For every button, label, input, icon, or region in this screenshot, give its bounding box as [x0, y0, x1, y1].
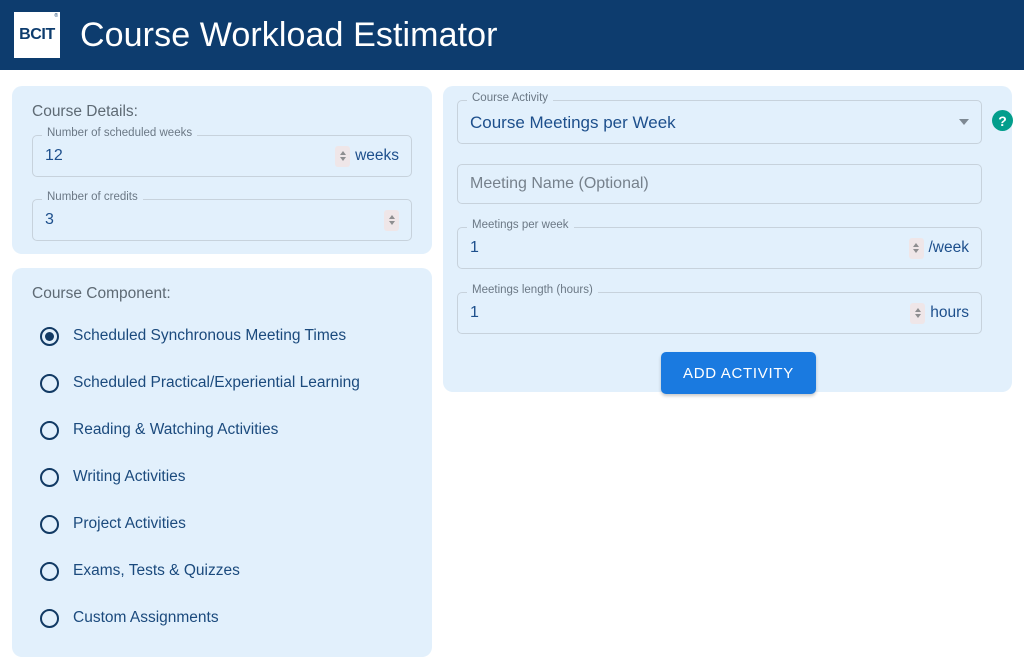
meetings-per-week-value[interactable]: 1	[470, 240, 909, 256]
chevron-down-icon[interactable]	[913, 249, 919, 253]
page-title: Course Workload Estimator	[80, 16, 498, 55]
chevron-down-icon[interactable]	[915, 314, 921, 318]
scheduled-weeks-stepper[interactable]	[335, 146, 350, 167]
credits-value[interactable]: 3	[45, 212, 384, 228]
meetings-length-suffix: hours	[930, 304, 969, 322]
course-activity-select[interactable]: Course Activity Course Meetings per Week	[457, 100, 982, 144]
trademark-icon: ®	[54, 14, 58, 19]
radio-option-exams-tests-quizzes[interactable]: Exams, Tests & Quizzes	[38, 556, 418, 586]
scheduled-weeks-value[interactable]: 12	[45, 148, 335, 164]
radio-label: Custom Assignments	[73, 609, 219, 627]
add-activity-button[interactable]: ADD ACTIVITY	[661, 352, 816, 394]
scheduled-weeks-suffix: weeks	[355, 147, 399, 165]
radio-icon[interactable]	[40, 374, 59, 393]
credits-label: Number of credits	[42, 192, 143, 204]
chevron-down-icon[interactable]	[389, 221, 395, 225]
chevron-up-icon[interactable]	[915, 308, 921, 312]
radio-icon[interactable]	[40, 327, 59, 346]
radio-label: Project Activities	[73, 515, 186, 533]
chevron-down-icon[interactable]	[340, 157, 346, 161]
radio-label: Reading & Watching Activities	[73, 421, 278, 439]
radio-label: Scheduled Practical/Experiential Learnin…	[73, 374, 360, 392]
meeting-name-field[interactable]: Meeting Name (Optional)	[457, 164, 982, 204]
course-details-heading: Course Details:	[32, 103, 138, 121]
radio-option-project-activities[interactable]: Project Activities	[38, 509, 418, 539]
radio-icon[interactable]	[40, 515, 59, 534]
scheduled-weeks-label: Number of scheduled weeks	[42, 128, 197, 140]
radio-label: Scheduled Synchronous Meeting Times	[73, 327, 346, 345]
meetings-per-week-suffix: /week	[929, 239, 970, 257]
meetings-per-week-field[interactable]: Meetings per week 1 /week	[457, 227, 982, 269]
meetings-length-label: Meetings length (hours)	[467, 285, 598, 297]
radio-option-reading-watching-activities[interactable]: Reading & Watching Activities	[38, 415, 418, 445]
radio-label: Exams, Tests & Quizzes	[73, 562, 240, 580]
radio-option-writing-activities[interactable]: Writing Activities	[38, 462, 418, 492]
meeting-name-placeholder: Meeting Name (Optional)	[470, 176, 969, 192]
radio-option-scheduled-practical-experiential-learning[interactable]: Scheduled Practical/Experiential Learnin…	[38, 368, 418, 398]
chevron-up-icon[interactable]	[340, 151, 346, 155]
chevron-up-icon[interactable]	[913, 243, 919, 247]
meetings-per-week-stepper[interactable]	[909, 238, 924, 259]
main-content: Course Details: Number of scheduled week…	[0, 70, 1024, 665]
radio-label: Writing Activities	[73, 468, 186, 486]
scheduled-weeks-field[interactable]: Number of scheduled weeks 12 weeks	[32, 135, 412, 177]
meetings-length-stepper[interactable]	[910, 303, 925, 324]
chevron-up-icon[interactable]	[389, 215, 395, 219]
radio-icon[interactable]	[40, 421, 59, 440]
credits-field[interactable]: Number of credits 3	[32, 199, 412, 241]
course-component-radio-group: Scheduled Synchronous Meeting Times Sche…	[38, 304, 418, 633]
meetings-per-week-label: Meetings per week	[467, 220, 574, 232]
course-component-heading: Course Component:	[32, 285, 171, 303]
bcit-logo: BCIT ®	[14, 12, 60, 58]
activity-panel: Course Activity Course Meetings per Week…	[443, 86, 1012, 392]
help-circle-icon[interactable]: ?	[992, 110, 1013, 131]
course-activity-label: Course Activity	[467, 93, 553, 105]
radio-icon[interactable]	[40, 609, 59, 628]
radio-option-scheduled-synchronous-meeting-times[interactable]: Scheduled Synchronous Meeting Times	[38, 321, 418, 351]
chevron-down-icon[interactable]	[959, 119, 969, 125]
course-activity-value: Course Meetings per Week	[470, 114, 959, 131]
radio-icon[interactable]	[40, 562, 59, 581]
meetings-length-field[interactable]: Meetings length (hours) 1 hours	[457, 292, 982, 334]
radio-icon[interactable]	[40, 468, 59, 487]
credits-stepper[interactable]	[384, 210, 399, 231]
course-component-panel: Course Component: Scheduled Synchronous …	[12, 268, 432, 657]
bcit-logo-text: BCIT	[19, 27, 55, 43]
meetings-length-value[interactable]: 1	[470, 305, 910, 321]
course-details-panel: Course Details: Number of scheduled week…	[12, 86, 432, 254]
radio-option-custom-assignments[interactable]: Custom Assignments	[38, 603, 418, 633]
app-header: BCIT ® Course Workload Estimator	[0, 0, 1024, 70]
